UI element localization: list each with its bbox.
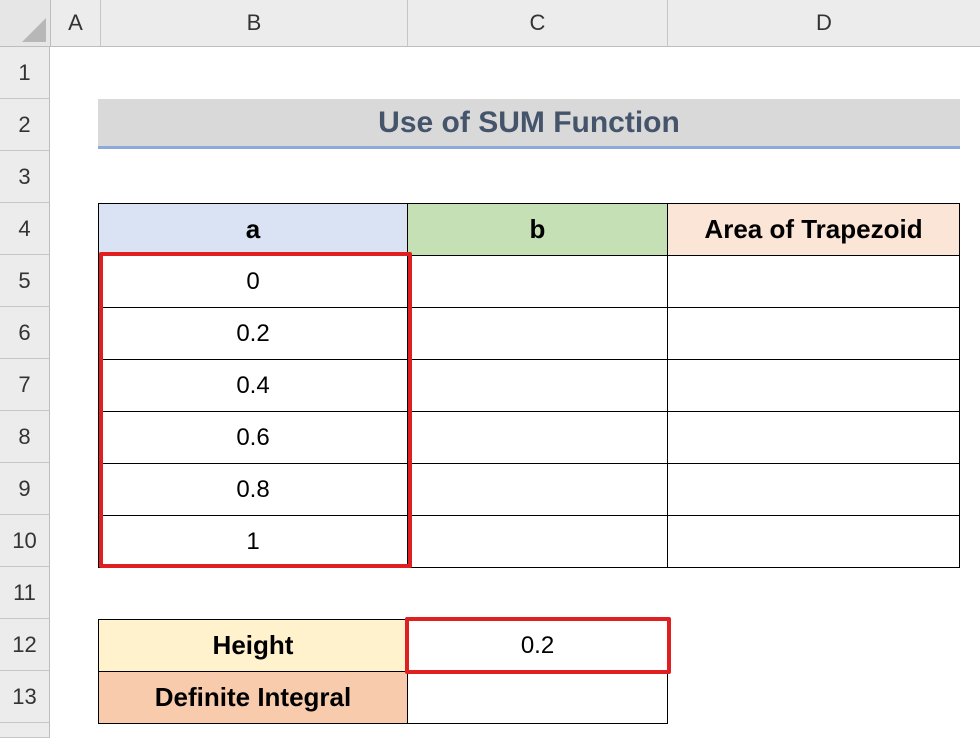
definite-integral-value-cell[interactable] [407,671,668,724]
row-header-5[interactable]: 5 [0,255,50,307]
select-all-triangle-icon [22,18,46,42]
row-header-10[interactable]: 10 [0,515,50,567]
cell-area-row-1[interactable] [667,255,960,308]
cell-a-row-6[interactable]: 1 [98,515,408,568]
cell-area-row-6[interactable] [667,515,960,568]
cell-area-row-3[interactable] [667,359,960,412]
row-header-2[interactable]: 2 [0,99,50,151]
cell-a-row-4[interactable]: 0.6 [98,411,408,464]
cell-a-row-3[interactable]: 0.4 [98,359,408,412]
height-label[interactable]: Height [98,619,408,672]
table-header-b[interactable]: b [407,203,668,256]
cell-b-row-4[interactable] [407,411,668,464]
column-header-b[interactable]: B [101,0,408,47]
cell-b-row-6[interactable] [407,515,668,568]
column-header-c[interactable]: C [408,0,668,47]
column-header-d[interactable]: D [668,0,980,47]
row-header-13[interactable]: 13 [0,671,50,723]
row-header-14[interactable] [0,723,50,738]
row-header-6[interactable]: 6 [0,307,50,359]
row-header-8[interactable]: 8 [0,411,50,463]
cell-a-row-1[interactable]: 0 [98,255,408,308]
cell-b-row-1[interactable] [407,255,668,308]
row-header-1[interactable]: 1 [0,47,50,99]
cell-area-row-5[interactable] [667,463,960,516]
cell-b-row-3[interactable] [407,359,668,412]
table-header-a[interactable]: a [98,203,408,256]
cell-b-row-5[interactable] [407,463,668,516]
cell-a-row-2[interactable]: 0.2 [98,307,408,360]
cell-area-row-2[interactable] [667,307,960,360]
column-header-a[interactable]: A [51,0,101,47]
row-header-7[interactable]: 7 [0,359,50,411]
cell-a-row-5[interactable]: 0.8 [98,463,408,516]
cell-b-row-2[interactable] [407,307,668,360]
row-header-12[interactable]: 12 [0,619,50,671]
row-header-11[interactable]: 11 [0,567,50,619]
sheet-title[interactable]: Use of SUM Function [98,99,960,149]
definite-integral-label[interactable]: Definite Integral [98,671,408,724]
row-header-3[interactable]: 3 [0,151,50,203]
cell-area-row-4[interactable] [667,411,960,464]
height-value-cell[interactable]: 0.2 [407,619,668,672]
row-header-4[interactable]: 4 [0,203,50,255]
select-all-corner[interactable] [0,0,51,47]
table-header-area[interactable]: Area of Trapezoid [667,203,960,256]
row-header-9[interactable]: 9 [0,463,50,515]
